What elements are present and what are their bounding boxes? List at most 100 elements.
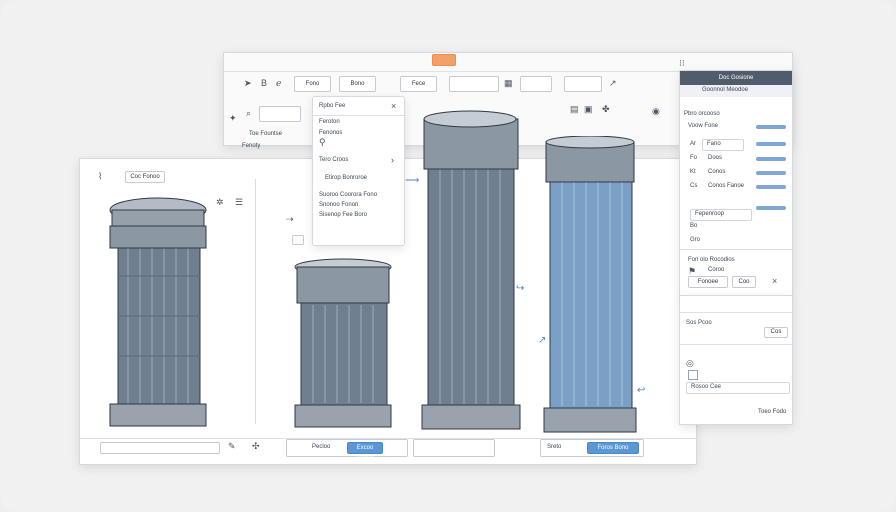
grid-icon[interactable]: ▦ xyxy=(504,78,513,88)
field-1-label: Ar xyxy=(690,141,696,147)
field-2-bar[interactable] xyxy=(756,157,786,161)
dropdown-item-6[interactable]: Snonoo Fonon xyxy=(319,202,358,208)
panel-divider xyxy=(680,249,792,250)
dropdown-item-1[interactable]: Feroton xyxy=(319,119,340,125)
pin-icon[interactable]: ⚲ xyxy=(319,137,326,147)
footer-button-2[interactable]: Foros Bono xyxy=(587,442,639,454)
column-divider xyxy=(255,179,256,424)
footer-slider[interactable] xyxy=(100,442,220,454)
extra-label-2: Bo xyxy=(690,223,698,229)
extra-field[interactable]: Fepenroop xyxy=(690,209,752,221)
tool-icon[interactable]: ⌇ xyxy=(98,171,102,181)
extra-label-1: Fepenroop xyxy=(695,211,725,217)
footer-label-2: Sreto xyxy=(547,444,562,450)
footer-button-1[interactable]: Excoo Dodoo xyxy=(347,442,383,461)
panel-button-2-label: Coo xyxy=(738,279,750,285)
settings-icon[interactable]: ✦ xyxy=(229,113,237,123)
align-icon[interactable]: ▤ xyxy=(570,104,579,114)
layers-icon[interactable]: ▣ xyxy=(584,104,593,114)
field-3-bar[interactable] xyxy=(756,171,786,175)
lower-panel: Sos Pcoo Cos ◎ Rosoo Cee Toeo Fodo xyxy=(679,295,793,425)
dropdown-item-7[interactable]: Sisenop Fee Boro xyxy=(319,212,367,218)
footer-button-2-label: Foros Bono xyxy=(597,445,629,451)
arrows-icon[interactable]: ⇢ xyxy=(286,214,294,224)
pointer-icon[interactable]: ➤ xyxy=(244,78,252,88)
menu-label-1: Toe Fountse xyxy=(249,131,283,137)
lower-footer: Toeo Fodo xyxy=(758,409,787,415)
flag-icon: ⚑ xyxy=(688,266,697,276)
properties-title: Doc Gosione xyxy=(718,75,754,81)
view-bar[interactable] xyxy=(756,125,786,129)
panel-button-1[interactable]: Fonoee xyxy=(688,276,728,288)
dropdown-item-3[interactable]: Tero Croos xyxy=(319,157,348,163)
field-2-label: Fo xyxy=(690,155,698,161)
lower-button[interactable]: Cos xyxy=(764,327,788,338)
lower-field[interactable]: Rosoo Cee xyxy=(686,382,790,394)
lower-item-2: Rosoo Cee xyxy=(691,384,722,390)
move-icon[interactable]: ✣ xyxy=(252,441,260,451)
format-icon[interactable]: ℯ xyxy=(276,78,281,88)
dropdown-menu: Rpbo Fee × Feroton Fenonos Tero Croos Et… xyxy=(312,96,405,246)
menu-dots-icon[interactable]: ⁝⁝ xyxy=(679,58,685,68)
field-3-label: Kt xyxy=(690,169,696,175)
tab-button[interactable]: Coc Fonoo xyxy=(125,171,165,183)
small-toggle[interactable] xyxy=(292,235,304,245)
section-title: Pbro orcooso xyxy=(684,111,720,117)
cylinder-2 xyxy=(294,258,392,428)
toolbar-field-6[interactable] xyxy=(564,76,602,92)
field-4-bar[interactable] xyxy=(756,185,786,189)
cursor-icon[interactable]: ↗ xyxy=(609,78,617,88)
view-label: Voow Fone xyxy=(688,123,719,129)
dropdown-item-5[interactable]: Suoroo Coorora Fono xyxy=(319,192,377,198)
lower-divider-1 xyxy=(680,312,792,313)
extra-label-3: Gro xyxy=(690,237,701,243)
toolbar-item-2: Bono xyxy=(350,81,365,87)
panel-button-2[interactable]: Coo xyxy=(732,276,756,288)
extra-bar[interactable] xyxy=(756,206,786,210)
cylinder-4 xyxy=(543,136,637,433)
zoom-icon[interactable]: ⌕ xyxy=(246,108,251,118)
field-1-input[interactable]: Fano xyxy=(702,139,744,151)
bold-icon[interactable]: B xyxy=(261,78,267,88)
arrow-icon-4: ↩ xyxy=(637,385,646,396)
lower-item-1: Sos Pcoo xyxy=(686,320,712,326)
properties-header: Doc Gosione xyxy=(680,71,792,85)
eye-icon[interactable]: ◎ xyxy=(686,358,694,368)
dropdown-title: Rpbo Fee xyxy=(319,103,346,109)
bottom-title: Fon olo Rocodios xyxy=(688,257,735,263)
arrow-icon-1: ⟶ xyxy=(405,175,420,186)
dropdown-item-2[interactable]: Fenonos xyxy=(319,130,342,136)
edit-icon[interactable]: ✎ xyxy=(228,441,236,451)
field-4-label: Cs xyxy=(690,183,698,189)
toolbar-field-4[interactable] xyxy=(449,76,499,92)
dropdown-divider xyxy=(313,115,404,116)
lower-divider-2 xyxy=(680,344,792,345)
dropdown-item-4[interactable]: Etirop Bonroroe xyxy=(325,175,367,181)
subheader-title: Goonnol Meodoe xyxy=(702,87,749,93)
footer-field[interactable] xyxy=(413,439,495,457)
toolbar-field-3[interactable]: Fece xyxy=(400,76,437,92)
close-icon[interactable]: × xyxy=(391,101,396,111)
orange-top-button[interactable] xyxy=(432,54,456,66)
lower-checkbox[interactable] xyxy=(688,370,698,380)
toolbar-item-3: Fece xyxy=(411,81,426,87)
field-3-value: Conos xyxy=(708,169,726,175)
toolbar-field-1[interactable]: Fono xyxy=(294,76,331,92)
cylinder-1 xyxy=(109,197,207,427)
shape-icon[interactable]: ◉ xyxy=(652,106,660,116)
gear-icon[interactable]: ✲ xyxy=(216,197,224,207)
toolbar-field-7[interactable] xyxy=(259,106,301,122)
footer-group-2: Sreto Foros Bono xyxy=(540,439,644,457)
field-1-bar[interactable] xyxy=(756,142,786,146)
arrow-icon-3: ↗ xyxy=(538,335,547,346)
cylinder-3 xyxy=(421,110,521,430)
node-icon[interactable]: ✤ xyxy=(602,104,610,114)
field-2-value: Doos xyxy=(708,155,723,161)
toolbar-field-5[interactable] xyxy=(520,76,552,92)
footer-label-1: Pecloo xyxy=(312,444,331,450)
footer-button-1-label: Excoo Dodoo xyxy=(356,445,374,461)
toolbar-field-2[interactable]: Bono xyxy=(339,76,376,92)
list-icon[interactable]: ☰ xyxy=(235,197,243,207)
close-panel-icon[interactable]: × xyxy=(772,276,777,286)
field-4-value: Conos Fanoe xyxy=(708,183,745,189)
